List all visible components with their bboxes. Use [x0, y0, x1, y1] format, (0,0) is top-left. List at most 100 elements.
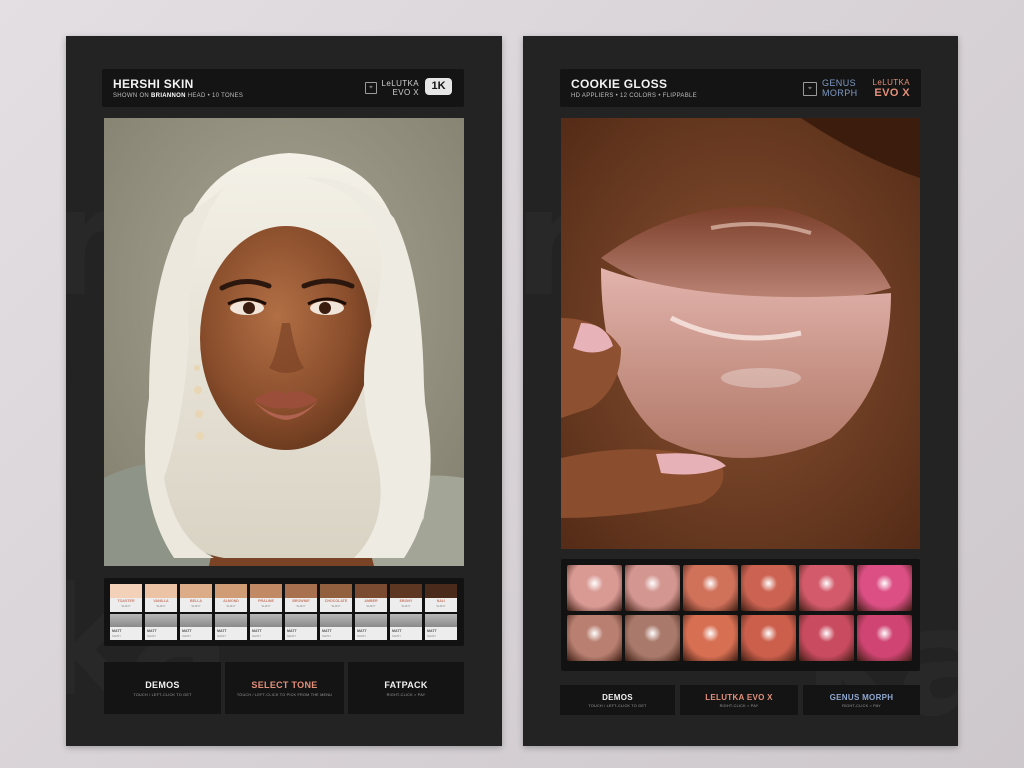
product-photo-portrait — [104, 118, 464, 566]
tone-swatch[interactable]: EBONY SHINY — [390, 584, 422, 612]
product-panel-hershi-skin: ra ka HERSHI SKIN SHOWN ON BRIANNON HEAD… — [66, 36, 502, 746]
tone-finish-label: SHINY — [121, 604, 131, 608]
tone-label: AMBER — [364, 599, 378, 603]
product-title: HERSHI SKIN — [113, 77, 194, 91]
matt-label: MATT — [357, 629, 367, 633]
tone-color-chip — [215, 584, 247, 598]
matt-chip — [425, 614, 457, 627]
lelutka-evo-x-button-label: LELUTKA EVO X — [705, 693, 773, 702]
tone-swatch[interactable]: AMBER SHINY — [355, 584, 387, 612]
genus-morph-button-label: GENUS MORPH — [829, 693, 894, 702]
matt-label: MATT — [392, 629, 402, 633]
lip-color-swatch[interactable] — [857, 615, 912, 661]
tone-label: EBONY — [399, 599, 413, 603]
tone-swatch[interactable]: TOASTER SHINY — [110, 584, 142, 612]
product-subtitle: HD APPLIERS • 12 COLORS • FLIPPABLE — [571, 93, 697, 99]
matt-label: MATT — [322, 629, 332, 633]
select-tone-button-label: SELECT TONE — [251, 680, 318, 690]
lip-color-swatch[interactable] — [799, 565, 854, 611]
demos-button-label: DEMOS — [602, 693, 633, 702]
lelutka-evo-x-button-hint: RIGHT-CLICK > PAY — [719, 704, 759, 708]
tone-label: BROWNIE — [292, 599, 310, 603]
matt-label: MATT — [252, 629, 262, 633]
tone-label: BELLA — [190, 599, 202, 603]
matt-swatch[interactable]: MATT SHINY — [355, 614, 387, 640]
matt-chip — [285, 614, 317, 627]
tone-finish-label: SHINY — [331, 604, 341, 608]
lip-color-swatch[interactable] — [625, 615, 680, 661]
lip-color-swatch[interactable] — [625, 565, 680, 611]
lip-color-swatch[interactable] — [683, 615, 738, 661]
tone-swatch[interactable]: CHOCOLATE SHINY — [320, 584, 352, 612]
matt-swatch[interactable]: MATT SHINY — [390, 614, 422, 640]
brand-genus-logo: GENUS MORPH — [822, 78, 858, 98]
crosshair-icon: ⌖ — [365, 82, 377, 94]
lip-color-swatch[interactable] — [683, 565, 738, 611]
matt-finish-label: SHINY — [112, 634, 122, 638]
lip-color-swatch[interactable] — [567, 615, 622, 661]
lips-illustration — [561, 118, 920, 549]
matt-label: MATT — [427, 629, 437, 633]
select-tone-button[interactable]: SELECT TONE TOUCH / LEFT-CLICK TO PICK F… — [225, 662, 344, 714]
lip-color-swatch[interactable] — [741, 565, 796, 611]
matt-chip — [250, 614, 282, 627]
tone-color-chip — [110, 584, 142, 598]
genus-morph-button[interactable]: GENUS MORPH RIGHT-CLICK > PAY — [803, 685, 920, 715]
lip-color-swatch[interactable] — [857, 565, 912, 611]
demos-button[interactable]: DEMOS TOUCH / LEFT-CLICK TO GET — [560, 685, 675, 715]
tone-finish-label: SHINY — [261, 604, 271, 608]
demos-button[interactable]: DEMOS TOUCH / LEFT-CLICK TO GET — [104, 662, 221, 714]
matt-chip — [355, 614, 387, 627]
tone-color-chip — [250, 584, 282, 598]
tone-swatch[interactable]: ALMOND SHINY — [215, 584, 247, 612]
matt-chip — [110, 614, 142, 627]
fatpack-button[interactable]: FATPACK RIGHT-CLICK > PAY — [348, 662, 464, 714]
lelutka-evo-x-button[interactable]: LELUTKA EVO X RIGHT-CLICK > PAY — [680, 685, 798, 715]
lip-color-swatch[interactable] — [741, 615, 796, 661]
matt-finish-label: SHINY — [392, 634, 402, 638]
matt-finish-label: SHINY — [182, 634, 192, 638]
crosshair-icon: ⌖ — [803, 82, 817, 96]
lip-color-swatch[interactable] — [799, 615, 854, 661]
tone-swatch[interactable]: BELLA SHINY — [180, 584, 212, 612]
tone-swatch[interactable]: PRALINE SHINY — [250, 584, 282, 612]
tone-label: VANILLA — [153, 599, 169, 603]
matt-finish-label: SHINY — [322, 634, 332, 638]
matt-swatch[interactable]: MATT SHINY — [215, 614, 247, 640]
matt-swatch[interactable]: MATT SHINY — [145, 614, 177, 640]
tone-finish-label: SHINY — [401, 604, 411, 608]
select-tone-button-hint: TOUCH / LEFT-CLICK TO PICK FROM THE MENU — [236, 693, 333, 697]
matt-swatch[interactable]: MATT SHINY — [285, 614, 317, 640]
matt-swatch[interactable]: MATT SHINY — [180, 614, 212, 640]
matt-swatch[interactable]: MATT SHINY — [425, 614, 457, 640]
tone-color-chip — [285, 584, 317, 598]
tone-label: CHOCOLATE — [324, 599, 348, 603]
lip-color-swatch[interactable] — [567, 565, 622, 611]
matt-swatch[interactable]: MATT SHINY — [110, 614, 142, 640]
matt-finish-label: SHINY — [252, 634, 262, 638]
matt-label: MATT — [147, 629, 157, 633]
matt-finish-label: SHINY — [147, 634, 157, 638]
matt-label: MATT — [287, 629, 297, 633]
tone-label: ALMOND — [223, 599, 239, 603]
matt-label: MATT — [112, 629, 122, 633]
fatpack-button-label: FATPACK — [384, 680, 428, 690]
tone-swatch[interactable]: VANILLA SHINY — [145, 584, 177, 612]
matt-swatch[interactable]: MATT SHINY — [320, 614, 352, 640]
demos-button-hint: TOUCH / LEFT-CLICK TO GET — [133, 693, 192, 697]
brand-lelutka-logo: LeLUTKA EVO X — [872, 78, 910, 99]
matt-finish-label: SHINY — [287, 634, 297, 638]
tone-swatch[interactable]: BROWNIE SHINY — [285, 584, 317, 612]
product-panel-cookie-gloss: ne ka COOKIE GLOSS HD APPLIERS • 12 COLO… — [523, 36, 958, 746]
tone-label: PRALINE — [258, 599, 274, 603]
color-selector — [561, 559, 920, 671]
tone-finish-label: SHINY — [191, 604, 201, 608]
matt-chip — [145, 614, 177, 627]
product-header: COOKIE GLOSS HD APPLIERS • 12 COLORS • F… — [560, 69, 921, 107]
demos-button-hint: TOUCH / LEFT-CLICK TO GET — [588, 704, 647, 708]
matt-swatch[interactable]: MATT SHINY — [250, 614, 282, 640]
product-title: COOKIE GLOSS — [571, 77, 668, 91]
tone-color-chip — [320, 584, 352, 598]
tone-color-chip — [355, 584, 387, 598]
tone-swatch[interactable]: NALI SHINY — [425, 584, 457, 612]
